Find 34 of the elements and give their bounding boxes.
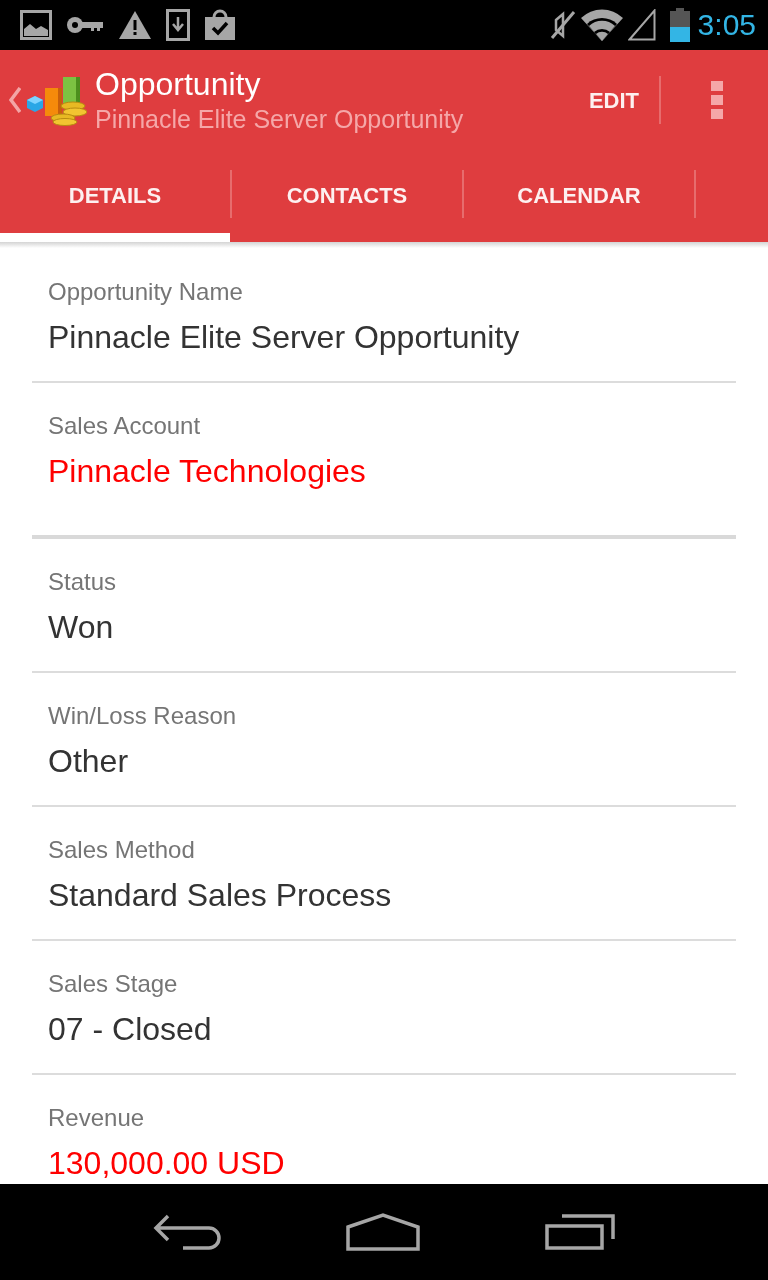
tab[interactable]: DETAILS	[0, 150, 230, 242]
mute-icon	[549, 10, 576, 40]
bar-chart-coins-icon	[25, 76, 87, 126]
field-label: Opportunity Name	[48, 277, 244, 307]
wifi-icon	[579, 8, 624, 42]
back-icon[interactable]	[152, 1214, 221, 1250]
field-value: Pinnacle Elite Server Opportunity	[48, 318, 521, 357]
field-label: Sales Stage	[48, 969, 179, 999]
edit-button[interactable]: EDIT	[568, 64, 659, 136]
warning-icon	[118, 10, 152, 40]
screen-subtitle: Pinnacle Elite Server Opportunity	[95, 104, 465, 134]
battery-icon	[669, 8, 690, 42]
field-label: Sales Method	[48, 835, 196, 865]
tab[interactable]: CONTACTS	[232, 150, 462, 242]
bag-check-icon	[204, 9, 236, 41]
field-value: 07 - Closed	[48, 1010, 213, 1049]
field-value: Other	[48, 742, 130, 781]
field-label: Status	[48, 567, 118, 597]
key-icon	[66, 15, 104, 35]
screen-title: Opportunity	[95, 66, 262, 102]
tab[interactable]: CALENDAR	[464, 150, 694, 242]
field-label: Revenue	[48, 1103, 146, 1133]
image-icon	[20, 10, 52, 40]
home-icon[interactable]	[346, 1213, 420, 1251]
recents-icon[interactable]	[545, 1214, 616, 1250]
field-label: Sales Account	[48, 411, 202, 441]
field-value: Standard Sales Process	[48, 876, 393, 915]
signal-icon	[627, 9, 656, 41]
field-value: Won	[48, 608, 115, 647]
field-link[interactable]: 130,000.00 USD	[48, 1143, 285, 1183]
status-time: 3:05	[697, 8, 756, 42]
download-icon	[166, 9, 190, 41]
field-label: Win/Loss Reason	[48, 701, 238, 731]
field-link[interactable]: Pinnacle Technologies	[48, 451, 366, 491]
